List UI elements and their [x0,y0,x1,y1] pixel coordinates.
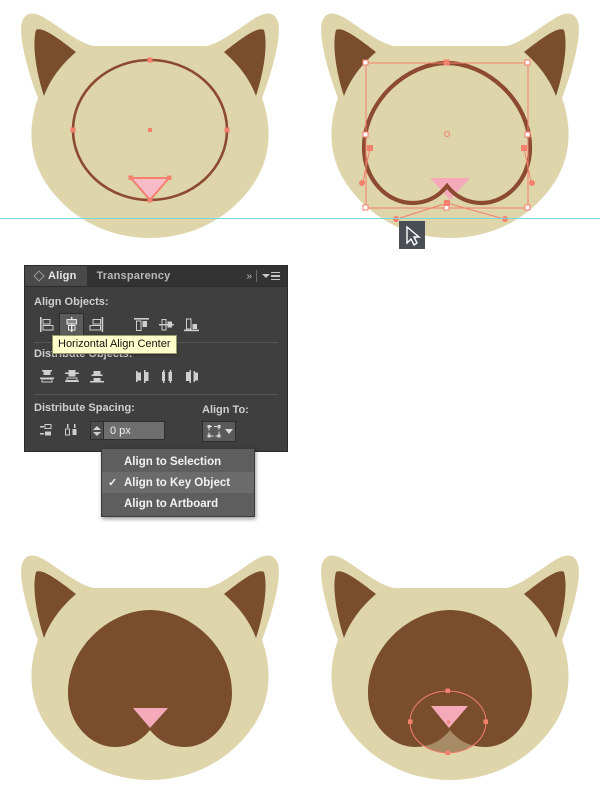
divider [256,270,257,282]
align-to-dropdown-menu[interactable]: Align to Selection ✓ Align to Key Object… [101,448,255,517]
align-to-label: Align To: [202,404,249,416]
bbox-handle-tl[interactable] [362,59,369,66]
stepper-down-icon[interactable] [93,431,101,436]
horizontal-align-left-button[interactable] [34,313,59,336]
artwork-step-1 [0,0,300,250]
cat-head-step1 [21,13,279,238]
tooltip-text: Horizontal Align Center [58,338,171,350]
bbox-handle-tr[interactable] [524,59,531,66]
tab-transparency-label: Transparency [96,270,171,282]
align-objects-buttons[interactable] [34,313,278,336]
anchor-point-right[interactable] [224,127,230,133]
align-panel[interactable]: Align Transparency » Align Objects: Dist… [24,265,288,452]
distribute-spacing-group: Distribute Spacing: 0 px [34,400,202,442]
nose-anchor-left[interactable] [128,175,134,181]
distribute-objects-buttons[interactable] [34,365,278,388]
smart-guide-line [0,218,600,219]
bbox-handle-ml[interactable] [362,131,369,138]
artwork-step-4 [300,520,600,807]
vertical-align-bottom-button[interactable] [179,313,204,336]
chevron-down-icon[interactable] [224,429,233,434]
spacing-stepper[interactable]: 0 px [90,421,165,440]
anchor-point-left[interactable] [70,127,76,133]
divider [34,394,278,395]
panel-header-controls[interactable]: » [246,266,287,286]
anchor-point-top[interactable] [147,57,153,63]
chevron-down-icon [262,274,270,278]
vertical-distribute-space-button[interactable] [34,419,59,442]
vertical-distribute-center-button[interactable] [59,365,84,388]
menu-item-align-to-selection[interactable]: Align to Selection [102,451,254,472]
bbox-handle-br[interactable] [524,204,531,211]
horizontal-align-center-button[interactable] [59,313,84,336]
menu-item-label: Align to Artboard [124,497,219,510]
tab-transparency[interactable]: Transparency [87,266,181,286]
collapse-panel-icon[interactable]: » [246,271,251,282]
nose-anchor-bottom[interactable] [147,197,153,203]
align-to-group: Align To: [202,402,278,442]
distribute-spacing-buttons[interactable]: 0 px [34,419,202,442]
artwork-step-2 [0,0,600,260]
nose-anchor-right[interactable] [167,175,172,181]
menu-item-label: Align to Selection [124,455,222,468]
align-objects-label: Align Objects: [34,296,109,308]
menu-item-label: Align to Key Object [124,476,231,489]
panel-body: Align Objects: Distribute Objects: Distr… [25,287,287,442]
hamburger-icon [271,271,280,281]
bbox-handle-tc[interactable] [443,59,450,66]
check-icon: ✓ [108,477,118,489]
panel-tab-bar[interactable]: Align Transparency » [25,266,287,287]
spacing-stepper-arrows[interactable] [90,421,103,440]
vertical-distribute-top-button[interactable] [34,365,59,388]
tab-align-label: Align [48,270,77,282]
bbox-handle-mr[interactable] [524,131,531,138]
vertical-align-top-button[interactable] [129,313,154,336]
stepper-up-icon[interactable] [93,425,101,430]
illustration-canvas: Align Transparency » Align Objects: Dist… [0,0,600,807]
horizontal-distribute-left-button[interactable] [129,365,154,388]
horizontal-distribute-right-button[interactable] [179,365,204,388]
align-to-key-object-icon [207,425,220,438]
vertical-align-center-button[interactable] [154,313,179,336]
panel-grip-icon [33,270,45,282]
horizontal-distribute-center-button[interactable] [154,365,179,388]
align-to-button[interactable] [202,421,236,442]
distribute-spacing-label: Distribute Spacing: [34,402,135,414]
bbox-handle-bl[interactable] [362,204,369,211]
horizontal-distribute-space-button[interactable] [59,419,84,442]
tab-align[interactable]: Align [25,266,87,286]
tooltip-horizontal-align-center: Horizontal Align Center [52,335,177,354]
panel-menu-icon[interactable] [262,271,280,281]
mouse-cursor [399,221,425,249]
center-point [148,128,152,132]
spacing-input[interactable]: 0 px [103,421,165,440]
spacing-and-alignto-row: Distribute Spacing: 0 px Align To: [34,400,278,442]
artwork-step-3 [0,520,300,807]
horizontal-align-right-button[interactable] [84,313,109,336]
menu-item-align-to-artboard[interactable]: Align to Artboard [102,493,254,514]
vertical-distribute-bottom-button[interactable] [84,365,109,388]
menu-item-align-to-key-object[interactable]: ✓ Align to Key Object [102,472,254,493]
